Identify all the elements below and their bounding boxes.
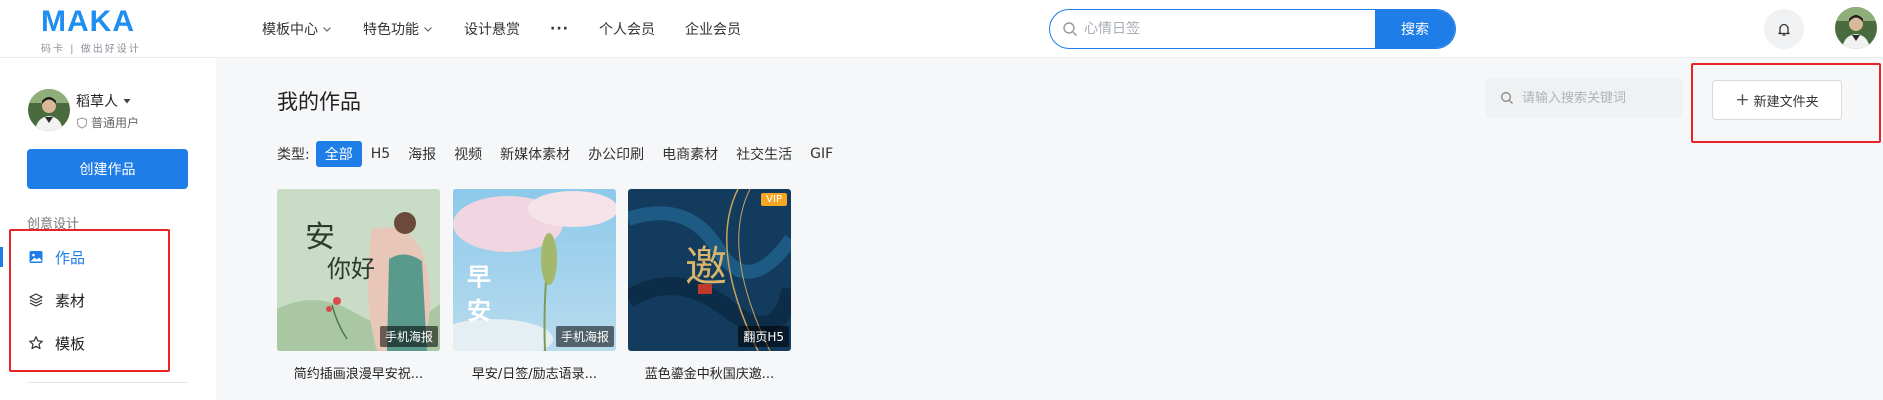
work-thumbnail[interactable]: 早 安 手机海报 [453,189,616,351]
work-title: 简约插画浪漫早安祝... [293,367,424,382]
user-tier-label: 普通用户 [91,116,140,130]
highlight-box-sidebar [9,229,170,372]
user-tier: 普通用户 [76,114,139,131]
avatar-image [1835,7,1877,49]
work-card[interactable]: 安 你好 手机海报 简约插画浪漫早安祝... [277,189,440,382]
type-filter-office-print[interactable]: 办公印刷 [579,141,653,167]
works-search-input[interactable] [1522,90,1682,106]
work-card[interactable]: 早 安 手机海报 早安/日签/励志语录... [453,189,616,382]
nav-label: 特色功能 [363,22,419,38]
work-thumbnail[interactable]: 邀 VIP 翻页H5 [628,189,791,351]
chevron-down-icon [321,23,333,35]
top-search-bar: 搜索 [1049,9,1456,49]
avatar-image [28,89,70,131]
vip-badge: VIP [761,193,787,206]
search-icon [1063,22,1077,36]
type-filter-label: 类型: [277,147,310,163]
work-type-tag: 手机海报 [379,326,438,347]
work-type-tag: 翻页H5 [738,326,789,347]
user-avatar[interactable] [1835,7,1877,49]
top-navigation-bar: MAKA 码卡 | 做出好设计 模板中心 特色功能 设计悬赏 ··· 个人会员 … [0,0,1883,58]
search-input[interactable] [1084,21,1284,37]
work-type-tag: 手机海报 [555,326,614,347]
nav-enterprise-membership[interactable]: 企业会员 [685,19,741,39]
nav-personal-membership[interactable]: 个人会员 [599,19,655,39]
nav-template-center[interactable]: 模板中心 [262,19,333,39]
highlight-box-new-folder [1691,63,1881,143]
svg-text:安: 安 [467,297,491,325]
svg-text:早: 早 [467,263,491,291]
type-filter-video[interactable]: 视频 [445,141,491,167]
nav-design-bounty[interactable]: 设计悬赏 [464,19,520,39]
logo-tagline: 码卡 | 做出好设计 [41,44,141,55]
more-icon: ··· [550,21,569,37]
sidebar-user-avatar[interactable] [28,89,70,131]
works-search-field[interactable] [1486,78,1682,118]
work-card[interactable]: 邀 VIP 翻页H5 蓝色鎏金中秋国庆邀... [628,189,791,382]
nav-label: 模板中心 [262,22,318,38]
search-button[interactable]: 搜索 [1375,10,1455,48]
nav-label: 设计悬赏 [464,22,520,38]
chevron-down-icon [422,23,434,35]
main-nav: 模板中心 特色功能 设计悬赏 ··· 个人会员 企业会员 [262,0,771,58]
work-title: 早安/日签/励志语录... [471,367,598,382]
svg-text:你好: 你好 [327,255,375,283]
user-name: 稻草人 [76,94,118,110]
maka-logo[interactable]: MAKA 码卡 | 做出好设计 [38,5,158,56]
sidebar-divider [27,382,188,383]
type-filter-social[interactable]: 社交生活 [727,141,801,167]
type-filter-bar: 类型: 全部 H5 海报 视频 新媒体素材 办公印刷 电商素材 社交生活 GIF [277,141,842,167]
page-title: 我的作品 [277,90,361,114]
logo-wordmark: MAKA [41,5,135,38]
type-filter-new-media[interactable]: 新媒体素材 [491,141,579,167]
type-filter-h5[interactable]: H5 [362,141,399,167]
nav-label: 个人会员 [598,22,655,38]
nav-features[interactable]: 特色功能 [363,19,434,39]
nav-more-button[interactable]: ··· [550,21,569,37]
nav-label: 企业会员 [684,22,741,38]
user-name-dropdown[interactable]: 稻草人 [76,91,132,111]
svg-text:邀: 邀 [685,242,727,291]
type-filter-gif[interactable]: GIF [801,141,842,167]
search-icon [1501,92,1513,104]
notification-button[interactable] [1764,9,1804,49]
type-filter-poster[interactable]: 海报 [399,141,445,167]
thumb-text: 安 [305,220,335,255]
work-thumbnail[interactable]: 安 你好 手机海报 [277,189,440,351]
type-filter-all[interactable]: 全部 [315,141,362,167]
bell-icon [1778,23,1790,36]
search-field[interactable] [1050,10,1375,48]
type-filter-ecommerce[interactable]: 电商素材 [653,141,727,167]
shield-icon [77,116,87,129]
work-title: 蓝色鎏金中秋国庆邀... [644,367,775,382]
create-work-button[interactable]: 创建作品 [27,149,188,189]
caret-down-icon [123,99,131,104]
